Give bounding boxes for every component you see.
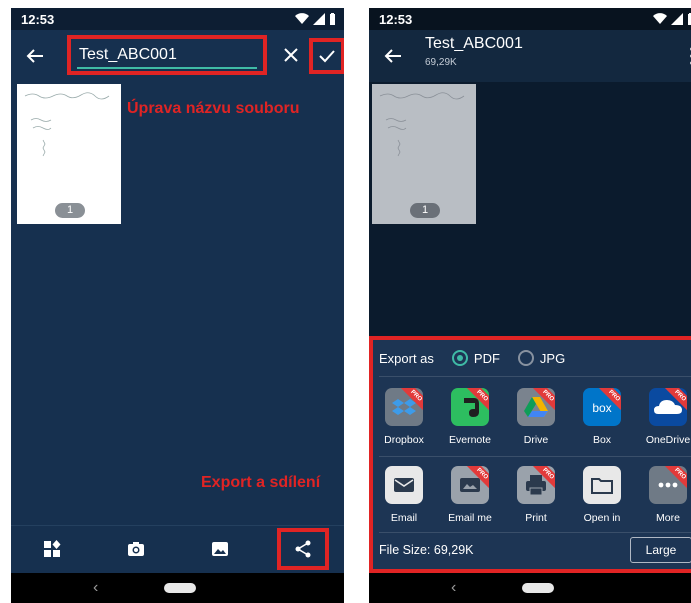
share-target-open-in[interactable]: Open in <box>571 460 633 532</box>
check-icon <box>319 50 335 63</box>
email-icon <box>385 466 423 504</box>
status-bar: 12:53 <box>369 8 691 30</box>
export-format-row: Export as PDF JPG <box>379 346 691 370</box>
nav-back-icon[interactable]: ‹ <box>93 579 98 597</box>
share-target-email[interactable]: Email <box>373 460 435 532</box>
radio-unselected-icon <box>517 350 534 366</box>
handwriting-scribble <box>378 90 468 180</box>
onedrive-icon: PRO <box>649 388 687 426</box>
close-icon[interactable] <box>281 45 301 65</box>
nav-back-icon[interactable]: ‹ <box>451 579 456 597</box>
share-target-print[interactable]: PRO Print <box>505 460 567 532</box>
format-option-pdf[interactable]: PDF <box>451 350 500 366</box>
share-target-onedrive[interactable]: PRO OneDrive <box>637 382 691 454</box>
status-bar: 12:53 <box>11 8 344 30</box>
confirm-button[interactable] <box>309 38 344 74</box>
left-phone-screen: 12:53 1 <box>11 8 344 603</box>
page-number-badge: 1 <box>55 203 85 218</box>
dropbox-icon: PRO <box>385 388 423 426</box>
document-app-bar: Test_ABC001 69,29K <box>369 30 691 82</box>
annotation-rename: Úprava názvu souboru <box>127 100 300 117</box>
page-thumbnail[interactable]: 1 <box>372 84 476 224</box>
battery-icon <box>330 13 335 25</box>
gallery-icon[interactable] <box>209 538 231 560</box>
android-nav-bar: ‹ <box>369 573 691 603</box>
folder-icon <box>583 466 621 504</box>
share-target-dropbox[interactable]: PRO Dropbox <box>373 382 435 454</box>
svg-text:box: box <box>592 401 611 415</box>
document-title: Test_ABC001 <box>425 35 523 52</box>
file-size-label: File Size: 69,29K <box>379 543 474 557</box>
print-icon: PRO <box>517 466 555 504</box>
cloud-targets-row: PRO Dropbox PRO Evernote PRO Drive box P… <box>373 382 691 454</box>
annotation-export: Export a sdílení <box>201 474 321 491</box>
format-option-jpg[interactable]: JPG <box>517 350 565 366</box>
share-button[interactable] <box>277 528 329 570</box>
nav-home-pill[interactable] <box>164 583 196 593</box>
wifi-icon <box>653 13 667 24</box>
camera-icon[interactable] <box>125 538 147 560</box>
bottom-toolbar <box>11 525 344 573</box>
share-target-email-me[interactable]: PRO Email me <box>439 460 501 532</box>
right-phone-screen: 12:53 Test_ABC001 69,29K 1 Export as PDF… <box>369 8 691 603</box>
divider <box>379 456 691 457</box>
email-me-icon: PRO <box>451 466 489 504</box>
signal-icon <box>671 13 683 25</box>
share-target-drive[interactable]: PRO Drive <box>505 382 567 454</box>
evernote-icon: PRO <box>451 388 489 426</box>
export-share-sheet: Export as PDF JPG PRO Dropbox PRO Everno… <box>369 336 691 573</box>
back-arrow-icon[interactable] <box>383 46 403 66</box>
android-nav-bar: ‹ <box>11 573 344 603</box>
local-targets-row: Email PRO Email me PRO Print Open in PRO… <box>373 460 691 532</box>
signal-icon <box>313 13 325 25</box>
edit-title-app-bar <box>11 30 344 82</box>
share-target-evernote[interactable]: PRO Evernote <box>439 382 501 454</box>
document-file-size: 69,29K <box>425 57 457 68</box>
rename-highlight-box <box>67 35 267 75</box>
share-target-box[interactable]: box PRO Box <box>571 382 633 454</box>
radio-selected-icon <box>451 350 468 366</box>
drive-icon: PRO <box>517 388 555 426</box>
status-time: 12:53 <box>379 11 413 27</box>
battery-icon <box>688 13 691 25</box>
box-icon: box PRO <box>583 388 621 426</box>
page-thumbnail[interactable]: 1 <box>17 84 121 224</box>
page-number-badge: 1 <box>410 203 440 218</box>
nav-home-pill[interactable] <box>522 583 554 593</box>
share-target-more[interactable]: PRO More <box>637 460 691 532</box>
export-as-label: Export as <box>379 350 434 366</box>
divider <box>379 376 691 377</box>
size-select-button[interactable]: Large <box>630 537 691 563</box>
status-time: 12:53 <box>21 11 55 27</box>
file-name-input[interactable] <box>77 43 257 69</box>
wifi-icon <box>295 13 309 24</box>
handwriting-scribble <box>23 90 113 180</box>
file-size-row: File Size: 69,29K Large <box>379 531 691 569</box>
back-arrow-icon[interactable] <box>25 46 45 66</box>
share-icon <box>295 540 311 558</box>
more-icon: PRO <box>649 466 687 504</box>
grid-arrange-icon[interactable] <box>41 538 63 560</box>
